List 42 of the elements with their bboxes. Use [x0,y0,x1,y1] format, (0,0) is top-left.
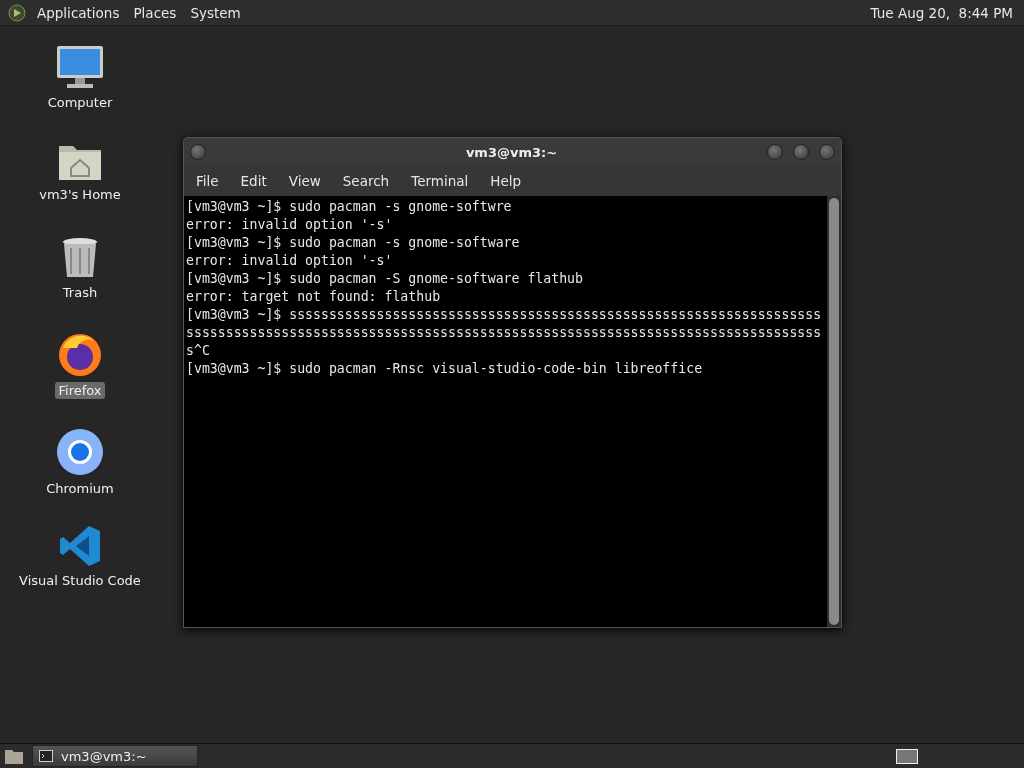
window-title: vm3@vm3:~ [464,144,559,160]
terminal-icon [39,750,53,762]
terminal-line: [vm3@vm3 ~]$ sudo pacman -s gnome-software [186,234,521,252]
close-button[interactable] [819,144,835,160]
menu-item[interactable]: Search [334,171,398,191]
trash-icon[interactable] [61,236,99,280]
maximize-button[interactable] [793,144,809,160]
browser-logo-icon[interactable] [56,428,104,476]
desktop-icon-label[interactable]: Visual Studio Code [16,572,144,589]
menu-item[interactable]: Edit [232,171,275,191]
scrollbar[interactable] [827,196,841,627]
terminal-line: error: invalid option '-s' [186,252,394,270]
terminal-line: error: target not found: flathub [186,288,442,306]
monitor-icon[interactable] [55,44,105,90]
terminal-line: [vm3@vm3 ~]$ sudo pacman -Rnsc visual-studio-code-bin libreoffice [186,360,704,378]
panel-menu[interactable]: Places [130,2,180,23]
clock[interactable]: Tue Aug 20, 8:44 PM [867,2,1016,23]
panel-menu[interactable]: System [187,2,244,23]
desktop-icon-label[interactable]: vm3's Home [36,186,124,203]
menu-logo-icon[interactable] [8,3,26,22]
terminal-line: [vm3@vm3 ~]$ sudo pacman -s gnome-softwre [186,198,513,216]
desktop-icon-label[interactable]: Chromium [43,480,117,497]
terminal-line: error: invalid option '-s' [186,216,394,234]
workspace-switcher[interactable] [896,748,918,764]
terminal-line: [vm3@vm3 ~]$ sssssssssssssssssssssssssssssssssssssssssssssssssssssssssssssssssss [186,306,823,324]
terminal-line: ssssssssssssssssssssssssssssssssssssssssssssssssssssssssssssssssssssssssssssssss [186,324,823,342]
code-editor-logo-icon[interactable] [58,524,102,568]
desktop-icon-label[interactable]: Firefox [55,382,105,399]
terminal-line: [vm3@vm3 ~]$ sudo pacman -S gnome-software flathub [186,270,584,288]
minimize-button[interactable] [767,144,783,160]
menu-item[interactable]: View [280,171,329,191]
window-menu-button[interactable] [190,144,206,160]
menu-item[interactable]: File [188,171,227,191]
terminal-line: s^C [186,342,211,360]
desktop-icon-label[interactable]: Trash [59,284,101,301]
panel-menu[interactable]: Applications [34,2,123,23]
menu-item[interactable]: Terminal [403,171,477,191]
desktop-folder-icon[interactable] [4,747,24,765]
browser-logo-icon[interactable] [57,332,103,378]
desktop-icon-label[interactable]: Computer [44,94,116,111]
menu-item[interactable]: Help [482,171,530,191]
taskbar-button[interactable]: vm3@vm3:~ [32,745,198,767]
